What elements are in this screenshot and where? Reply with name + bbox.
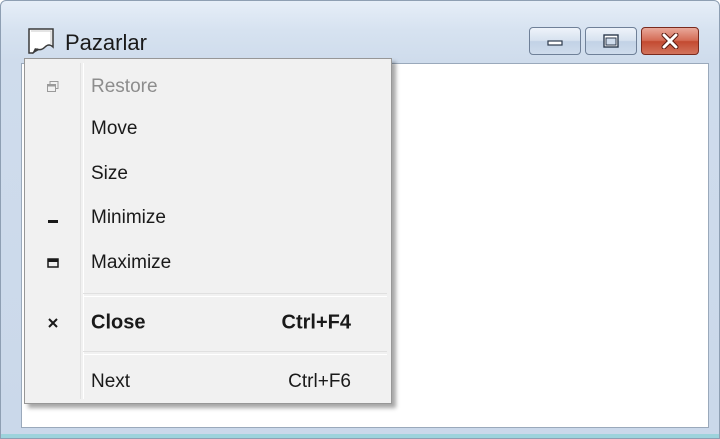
menu-item-label: Move (91, 118, 138, 139)
restore-button[interactable] (585, 27, 637, 55)
menu-item-next[interactable]: Next Ctrl+F6 (25, 362, 391, 402)
menu-item-move[interactable]: Move (25, 109, 391, 149)
menu-item-maximize[interactable]: Maximize (25, 243, 391, 283)
menu-item-label: Close (91, 311, 146, 334)
menu-separator (83, 293, 387, 297)
close-button[interactable] (641, 27, 699, 55)
menu-item-label: Restore (91, 76, 158, 97)
menu-item-shortcut: Ctrl+F6 (288, 371, 351, 392)
document-icon[interactable] (27, 27, 61, 57)
caption-buttons (529, 27, 699, 55)
menu-separator (83, 351, 387, 355)
menu-item-label: Minimize (91, 207, 166, 228)
menu-item-size[interactable]: Size (25, 154, 391, 194)
menu-item-shortcut: Ctrl+F4 (281, 311, 351, 334)
title-bar[interactable]: Pazarlar (1, 1, 719, 55)
minimize-icon (45, 210, 61, 226)
close-icon (45, 315, 61, 331)
menu-item-label: Size (91, 163, 128, 184)
menu-item-label: Maximize (91, 252, 172, 273)
restore-icon (603, 34, 619, 48)
menu-item-minimize[interactable]: Minimize (25, 198, 391, 238)
menu-item-restore[interactable]: Restore (25, 67, 391, 107)
menu-item-close[interactable]: Close Ctrl+F4 (25, 303, 391, 343)
maximize-icon (45, 255, 61, 271)
minimize-icon (547, 40, 563, 46)
minimize-button[interactable] (529, 27, 581, 55)
close-icon (661, 33, 679, 49)
system-menu: Restore Move Size Minimize Maximize Clos… (24, 58, 392, 404)
menu-item-label: Next (91, 371, 131, 392)
window-title: Pazarlar (65, 30, 147, 55)
restore-icon (45, 79, 61, 95)
